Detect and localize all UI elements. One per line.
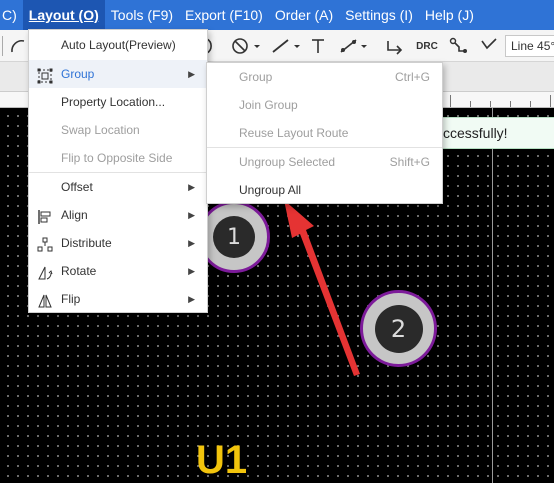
menu-item-rotate[interactable]: Rotate ▶: [29, 257, 207, 285]
menu-tools[interactable]: Tools (F9): [105, 0, 179, 30]
pad-number: 2: [374, 304, 423, 353]
submenu-arrow-icon: ▶: [188, 294, 195, 304]
ruler-tick: [450, 95, 451, 107]
group-submenu: Group Ctrl+G Join Group Reuse Layout Rou…: [206, 62, 443, 204]
submenu-arrow-icon: ▶: [188, 266, 195, 276]
pad-number: 1: [213, 216, 255, 258]
menu-item-group[interactable]: Group ▶: [29, 60, 207, 88]
flip-icon: [37, 291, 53, 308]
submenu-item-group[interactable]: Group Ctrl+G: [207, 63, 442, 91]
corner-tool-icon[interactable]: [478, 34, 500, 58]
ruler-tick: [510, 101, 511, 107]
annotation-arrow: [284, 200, 360, 376]
group-icon: [37, 66, 53, 84]
menu-previous-partial[interactable]: C): [0, 0, 23, 30]
menu-item-flip-opposite-side[interactable]: Flip to Opposite Side: [29, 144, 207, 172]
ruler-tick: [530, 101, 531, 107]
arc-tool-icon[interactable]: [8, 34, 28, 58]
rotate-icon: [37, 263, 53, 280]
menu-item-align[interactable]: Align ▶: [29, 201, 207, 229]
layout-menu: Auto Layout(Preview) Group ▶ Property Lo…: [28, 29, 208, 313]
line-tool-icon[interactable]: [270, 34, 304, 58]
menu-item-distribute[interactable]: Distribute ▶: [29, 229, 207, 257]
menu-help[interactable]: Help (J): [419, 0, 480, 30]
shortcut-label: Ctrl+G: [394, 70, 430, 84]
ruler-tick: [490, 101, 491, 107]
menu-item-swap-location[interactable]: Swap Location: [29, 116, 207, 144]
menu-settings[interactable]: Settings (I): [339, 0, 419, 30]
distribute-icon: [37, 235, 53, 252]
submenu-item-reuse-layout-route[interactable]: Reuse Layout Route: [207, 119, 442, 147]
submenu-arrow-icon: ▶: [188, 210, 195, 220]
submenu-arrow-icon: ▶: [188, 69, 195, 79]
submenu-item-ungroup-all[interactable]: Ungroup All: [207, 176, 442, 204]
menu-item-auto-layout[interactable]: Auto Layout(Preview): [29, 31, 207, 59]
menu-item-property-location[interactable]: Property Location...: [29, 88, 207, 116]
submenu-arrow-icon: ▶: [188, 182, 195, 192]
component-designator[interactable]: U1: [196, 436, 247, 483]
align-icon: [37, 207, 53, 224]
submenu-arrow-icon: ▶: [188, 238, 195, 248]
success-toast: ccessfully!: [426, 117, 554, 149]
ruler-tick: [470, 101, 471, 107]
menu-layout[interactable]: Layout (O): [22, 0, 105, 30]
shortcut-label: Shift+G: [389, 155, 430, 169]
pad-2[interactable]: 2: [360, 290, 437, 367]
line-width-select[interactable]: Line 45°: [505, 35, 554, 57]
menubar: C) Layout (O) Tools (F9) Export (F10) Or…: [0, 0, 554, 30]
menu-order[interactable]: Order (A): [269, 0, 339, 30]
drc-button[interactable]: DRC: [414, 34, 440, 58]
menu-item-flip[interactable]: Flip ▶: [29, 285, 207, 313]
route-tool-icon[interactable]: [384, 34, 406, 58]
canvas-guide-line: [492, 108, 493, 483]
menu-export[interactable]: Export (F10): [179, 0, 269, 30]
text-tool-icon[interactable]: [308, 34, 328, 58]
submenu-item-join-group[interactable]: Join Group: [207, 91, 442, 119]
circle-slash-tool-icon[interactable]: [230, 34, 264, 58]
ruler-tick: [550, 95, 551, 107]
trace-tool-icon[interactable]: [448, 34, 470, 58]
toolbar-separator: [2, 34, 4, 58]
dimension-tool-icon[interactable]: [338, 34, 370, 58]
menu-item-offset[interactable]: Offset ▶: [29, 173, 207, 201]
submenu-item-ungroup-selected[interactable]: Ungroup Selected Shift+G: [207, 148, 442, 176]
pad-1[interactable]: 1: [198, 201, 270, 273]
